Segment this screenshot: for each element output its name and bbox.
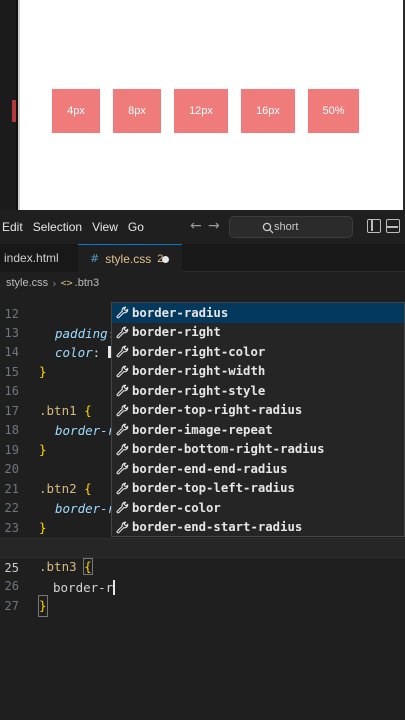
- current-code-line: 25 border-r: [0, 538, 405, 595]
- toggle-sidebar-icon[interactable]: [367, 219, 381, 233]
- demo-button-8px[interactable]: 8px: [113, 89, 161, 133]
- suggestion-item[interactable]: border-top-right-radius: [112, 401, 404, 421]
- menu-selection[interactable]: Selection: [33, 220, 88, 234]
- menu-edit[interactable]: Edit: [2, 220, 29, 234]
- suggestion-item[interactable]: border-bottom-right-radius: [112, 440, 404, 460]
- suggestion-item[interactable]: border-end-end-radius: [112, 459, 404, 479]
- suggestion-item[interactable]: border-right-color: [112, 342, 404, 362]
- property-wrench-icon: [112, 501, 132, 514]
- breadcrumb-symbol[interactable]: .btn3: [75, 277, 99, 289]
- suggestion-item[interactable]: border-color: [112, 498, 404, 518]
- property-wrench-icon: [112, 521, 132, 534]
- property-wrench-icon: [112, 384, 132, 397]
- css-file-icon: #: [90, 252, 100, 265]
- property-wrench-icon: [112, 326, 132, 339]
- property-wrench-icon: [112, 462, 132, 475]
- back-arrow-icon[interactable]: ←: [190, 218, 202, 234]
- demo-button-4px[interactable]: 4px: [52, 89, 100, 133]
- suggestion-label: border-right-width: [132, 364, 266, 379]
- breadcrumb-file[interactable]: style.css: [6, 277, 48, 289]
- command-center-search[interactable]: short: [229, 216, 353, 238]
- chevron-right-icon: ›: [52, 276, 57, 290]
- tab-label: style.css: [105, 251, 152, 266]
- preview-page: 4px 8px 12px 16px 50%: [18, 0, 405, 210]
- autocomplete-suggestions[interactable]: border-radius border-right border-right-co…: [111, 302, 405, 537]
- suggestion-item[interactable]: border-right: [112, 323, 404, 343]
- property-wrench-icon: [112, 365, 132, 378]
- line-number: 27: [4, 598, 19, 613]
- toggle-panel-icon[interactable]: [386, 219, 400, 233]
- editor-tab-bar: index.html # style.css 2: [0, 244, 405, 272]
- property-wrench-icon: [112, 404, 132, 417]
- tab-label: index.html: [4, 251, 59, 265]
- suggestion-label: border-radius: [132, 305, 229, 320]
- suggestion-item[interactable]: border-end-start-radius: [112, 518, 404, 537]
- suggestion-label: border-top-right-radius: [132, 403, 303, 418]
- preview-left-gutter: [0, 0, 16, 210]
- code-line: 26 }: [0, 557, 405, 617]
- suggestion-item[interactable]: border-radius: [112, 303, 404, 323]
- menu-view[interactable]: View: [92, 220, 124, 234]
- suggestion-label: border-end-start-radius: [132, 520, 303, 535]
- property-wrench-icon: [112, 443, 132, 456]
- browser-preview: 4px 8px 12px 16px 50%: [0, 0, 405, 210]
- tab-style-css[interactable]: # style.css 2: [78, 244, 182, 272]
- suggestion-item[interactable]: border-right-width: [112, 362, 404, 382]
- forward-arrow-icon[interactable]: →: [208, 218, 220, 234]
- property-wrench-icon: [112, 482, 132, 495]
- property-wrench-icon: [112, 423, 132, 436]
- suggestion-item[interactable]: border-image-repeat: [112, 420, 404, 440]
- demo-button-50pct[interactable]: 50%: [308, 89, 359, 133]
- suggestion-item[interactable]: border-top-left-radius: [112, 479, 404, 499]
- unsaved-dot-icon[interactable]: [162, 256, 169, 263]
- demo-button-12px[interactable]: 12px: [174, 89, 228, 133]
- suggestion-item[interactable]: border-right-style: [112, 381, 404, 401]
- search-icon: [262, 222, 274, 234]
- suggestion-label: border-bottom-right-radius: [132, 442, 325, 457]
- property-wrench-icon: [112, 345, 132, 358]
- suggestion-label: border-right: [132, 325, 221, 340]
- suggestion-label: border-right-style: [132, 383, 266, 398]
- menu-go[interactable]: Go: [128, 220, 150, 234]
- suggestion-label: border-top-left-radius: [132, 481, 295, 496]
- breadcrumb: style.css › <> .btn3: [0, 272, 405, 294]
- property-wrench-icon: [112, 306, 132, 319]
- suggestion-label: border-image-repeat: [132, 422, 273, 437]
- code-line: 27: [0, 577, 405, 613]
- suggestion-label: border-right-color: [132, 344, 266, 359]
- demo-button-16px[interactable]: 16px: [241, 89, 295, 133]
- tab-index-html[interactable]: index.html: [0, 244, 78, 272]
- css-selector-icon: <>: [60, 277, 73, 289]
- suggestion-label: border-color: [132, 500, 221, 515]
- suggestion-label: border-end-end-radius: [132, 461, 288, 476]
- search-text: short: [274, 221, 299, 233]
